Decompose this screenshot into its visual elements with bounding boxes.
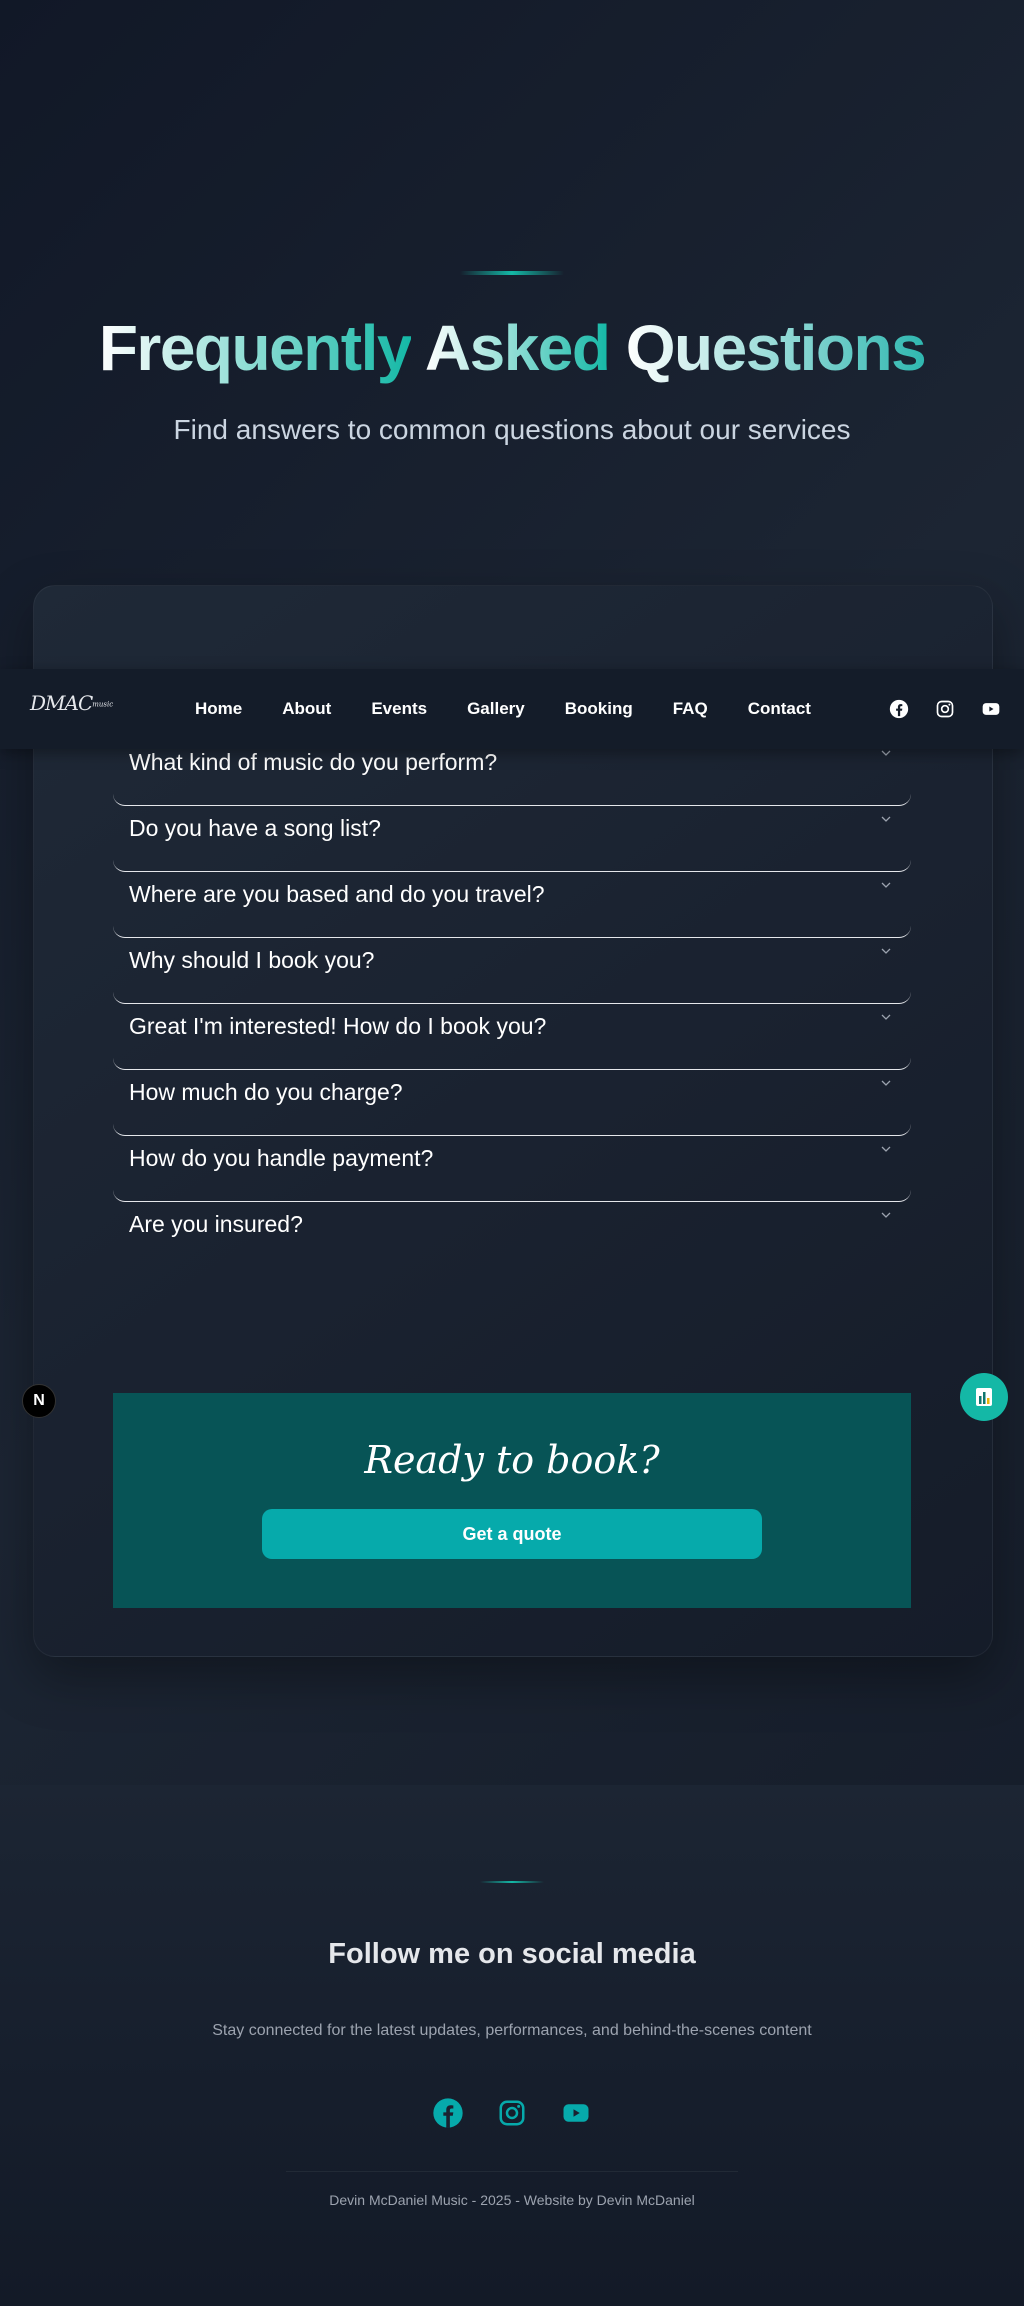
nav-link-faq[interactable]: FAQ xyxy=(673,699,708,719)
booking-cta: Ready to book? Get a quote xyxy=(113,1393,911,1608)
faq-question[interactable]: How much do you charge? xyxy=(129,1079,403,1106)
page-subtitle: Find answers to common questions about o… xyxy=(173,414,851,445)
hero-accent-line xyxy=(460,271,564,275)
nav-social-links xyxy=(864,669,1002,749)
faq-item[interactable]: Are you insured? xyxy=(113,1202,911,1267)
chart-icon xyxy=(976,1388,992,1406)
hero-section: Frequently Asked Questions Find answers … xyxy=(0,0,1024,560)
logo-subtext: music xyxy=(92,700,114,709)
nav-link-home[interactable]: Home xyxy=(195,699,242,719)
faq-item[interactable]: Where are you based and do you travel? xyxy=(113,872,911,938)
faq-question[interactable]: Great I'm interested! How do I book you? xyxy=(129,1013,546,1040)
faq-item[interactable]: How do you handle payment? xyxy=(113,1136,911,1202)
nav-link-gallery[interactable]: Gallery xyxy=(467,699,525,719)
social-subtitle: Stay connected for the latest updates, p… xyxy=(212,2022,812,2039)
chevron-down-icon[interactable] xyxy=(879,1076,893,1090)
faq-item[interactable]: Great I'm interested! How do I book you? xyxy=(113,1004,911,1070)
footer-divider xyxy=(286,2171,738,2172)
faq-question[interactable]: Why should I book you? xyxy=(129,947,374,974)
chevron-down-icon[interactable] xyxy=(879,878,893,892)
title-word-questions: Questions xyxy=(625,312,927,384)
nav-link-about[interactable]: About xyxy=(282,699,331,719)
faq-item[interactable]: Why should I book you? xyxy=(113,938,911,1004)
faq-question[interactable]: Where are you based and do you travel? xyxy=(129,881,545,908)
facebook-icon[interactable] xyxy=(888,698,910,720)
faq-list: What kind of music do you perform? Do yo… xyxy=(113,740,911,1267)
faq-item[interactable]: How much do you charge? xyxy=(113,1070,911,1136)
youtube-icon[interactable] xyxy=(558,2095,594,2131)
social-links xyxy=(0,2095,1024,2131)
social-accent-line xyxy=(480,1881,544,1883)
nav-link-contact[interactable]: Contact xyxy=(748,699,811,719)
youtube-icon[interactable] xyxy=(980,698,1002,720)
page-title: Frequently Asked Questions xyxy=(0,310,1024,386)
nav-link-events[interactable]: Events xyxy=(371,699,427,719)
accessibility-widget-button[interactable] xyxy=(960,1373,1008,1421)
faq-question[interactable]: How do you handle payment? xyxy=(129,1145,433,1172)
social-title: Follow me on social media xyxy=(328,1938,696,1970)
nav-links: Home About Events Gallery Booking FAQ Co… xyxy=(175,669,831,749)
social-section: Follow me on social media Stay connected… xyxy=(0,1785,1024,2306)
faq-question[interactable]: Are you insured? xyxy=(129,1211,303,1238)
nav-link-booking[interactable]: Booking xyxy=(565,699,633,719)
site-logo[interactable]: DMACmusic xyxy=(30,691,113,715)
dev-tools-badge[interactable]: N xyxy=(22,1384,56,1418)
facebook-icon[interactable] xyxy=(430,2095,466,2131)
faq-item[interactable]: What kind of music do you perform? xyxy=(113,740,911,806)
get-quote-button[interactable]: Get a quote xyxy=(262,1509,762,1559)
instagram-icon[interactable] xyxy=(494,2095,530,2131)
footer-credit: Devin McDaniel Music - 2025 - Website by… xyxy=(329,2192,695,2208)
chevron-down-icon[interactable] xyxy=(879,812,893,826)
chevron-down-icon[interactable] xyxy=(879,1010,893,1024)
logo-text: DMAC xyxy=(30,691,93,715)
main-navbar: DMACmusic Home About Events Gallery Book… xyxy=(0,669,1024,749)
title-word-frequently: Frequently xyxy=(98,312,413,384)
faq-item[interactable]: Do you have a song list? xyxy=(113,806,911,872)
chevron-down-icon[interactable] xyxy=(879,1142,893,1156)
faq-question[interactable]: What kind of music do you perform? xyxy=(129,749,497,776)
cta-title: Ready to book? xyxy=(364,1438,660,1482)
faq-question[interactable]: Do you have a song list? xyxy=(129,815,381,842)
chevron-down-icon[interactable] xyxy=(879,1208,893,1222)
chevron-down-icon[interactable] xyxy=(879,944,893,958)
instagram-icon[interactable] xyxy=(934,698,956,720)
title-word-asked: Asked xyxy=(424,312,611,384)
